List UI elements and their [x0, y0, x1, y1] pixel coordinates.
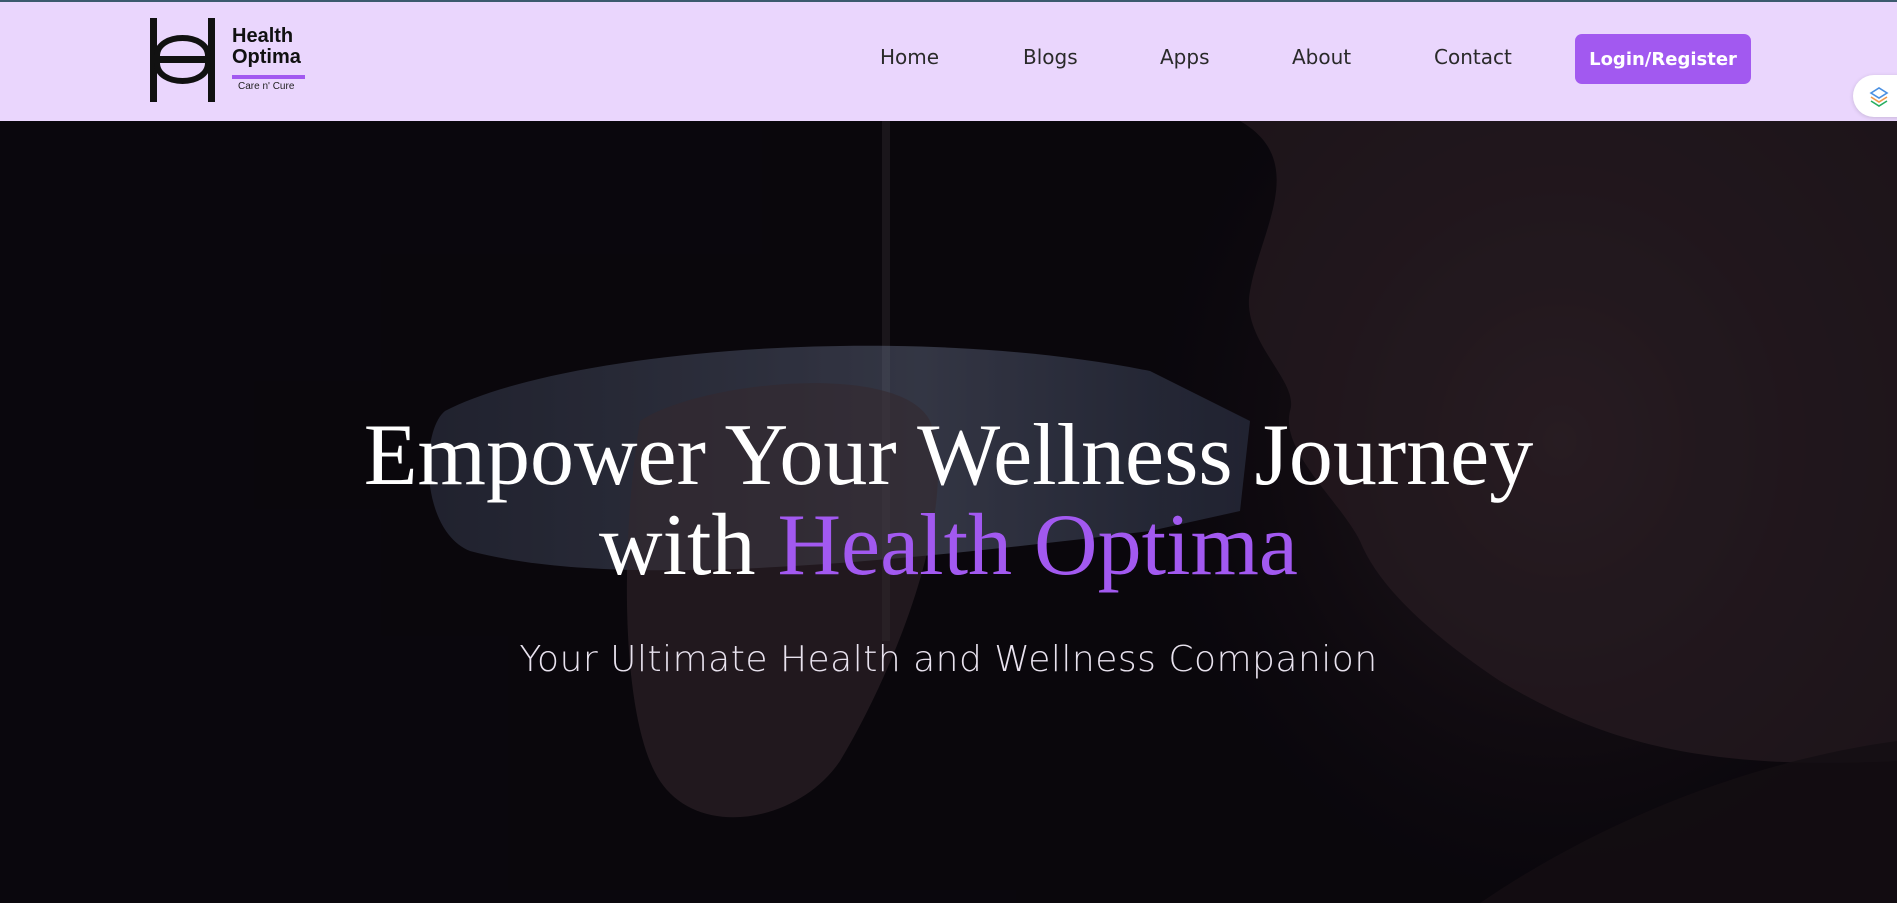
nav-item-about[interactable]: About	[1292, 45, 1351, 69]
hero-title-line2-prefix: with	[599, 497, 778, 594]
extension-icon	[1869, 87, 1889, 107]
health-optima-logo-icon	[150, 18, 215, 102]
site-header: Health Optima Care n' Cure Home Blogs Ap…	[0, 0, 1897, 121]
login-register-button[interactable]: Login/Register	[1575, 34, 1751, 84]
hero-section: Empower Your Wellness Journey with Healt…	[0, 121, 1897, 903]
hero-title-line1: Empower Your Wellness Journey	[363, 407, 1534, 504]
nav-item-blogs[interactable]: Blogs	[1023, 45, 1078, 69]
brand-name-line1: Health	[232, 25, 294, 47]
brand-name: Health Optima	[232, 26, 301, 68]
brand-tagline: Care n' Cure	[238, 81, 295, 92]
nav-item-home[interactable]: Home	[880, 45, 939, 69]
hero-title: Empower Your Wellness Journey with Healt…	[0, 411, 1897, 591]
hero-subtitle: Your Ultimate Health and Wellness Compan…	[519, 639, 1378, 680]
hero-title-accent: Health Optima	[777, 497, 1298, 594]
brand-logo[interactable]: Health Optima Care n' Cure	[148, 16, 318, 102]
page: Health Optima Care n' Cure Home Blogs Ap…	[0, 0, 1897, 903]
nav-item-contact[interactable]: Contact	[1434, 45, 1512, 69]
extension-widget[interactable]	[1853, 75, 1897, 117]
nav-item-apps[interactable]: Apps	[1160, 45, 1210, 69]
brand-name-line2: Optima	[232, 46, 301, 68]
brand-underline	[232, 75, 305, 79]
